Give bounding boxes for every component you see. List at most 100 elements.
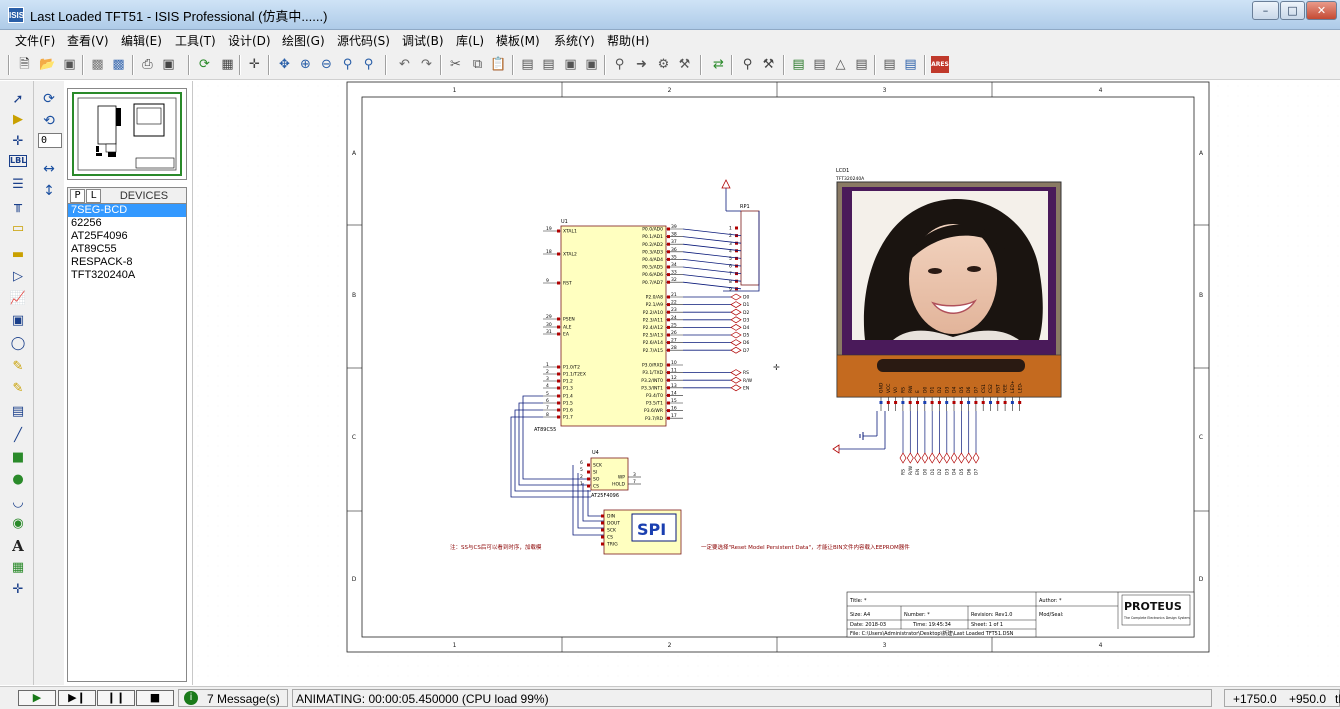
- zoom-in-icon[interactable]: ⊕: [297, 56, 314, 73]
- ares-button[interactable]: ARES: [931, 56, 949, 73]
- mirror-x-icon[interactable]: ↔: [40, 160, 58, 178]
- new-file-icon[interactable]: 🗎: [16, 56, 33, 73]
- menu-source[interactable]: 源代码(S): [337, 32, 390, 49]
- overview-window[interactable]: [67, 88, 187, 180]
- menu-tools[interactable]: 工具(T): [175, 32, 216, 49]
- grid-icon[interactable]: ▦: [219, 56, 236, 73]
- symbol-tool-icon[interactable]: ▦: [9, 559, 27, 577]
- import-icon[interactable]: ▩: [89, 56, 106, 73]
- refresh-icon[interactable]: ⟳: [196, 56, 213, 73]
- schematic-canvas[interactable]: 11223344AABBCCDD U1 AT89C55 XTAL1 19 XTAL2…: [192, 81, 1340, 685]
- box-tool-icon[interactable]: ■: [9, 449, 27, 467]
- terminals-icon[interactable]: ▬: [9, 246, 27, 264]
- block-copy-icon[interactable]: ▤: [519, 56, 536, 73]
- rp1-resistor-pack[interactable]: [740, 210, 760, 286]
- device-item-tft320240a[interactable]: TFT320240A: [68, 269, 186, 282]
- menu-template[interactable]: 模板(M): [496, 32, 540, 49]
- decompose-icon[interactable]: ⚒: [676, 56, 693, 73]
- print-area-icon[interactable]: ▣: [160, 56, 177, 73]
- new-sheet-icon[interactable]: ▤: [790, 56, 807, 73]
- text-script-icon[interactable]: ☰: [9, 176, 27, 194]
- exit-to-parent-icon[interactable]: △: [832, 56, 849, 73]
- device-item-62256[interactable]: 62256: [68, 217, 186, 230]
- voltage-probe-icon[interactable]: ✎: [9, 358, 27, 376]
- remove-sheet-icon[interactable]: ▤: [811, 56, 828, 73]
- search-icon[interactable]: ⚲: [739, 56, 756, 73]
- menu-view[interactable]: 查看(V): [67, 32, 109, 49]
- make-device-icon[interactable]: ➜: [633, 56, 650, 73]
- marker-tool-icon[interactable]: ✛: [9, 581, 27, 599]
- rotate-cw-icon[interactable]: ⟳: [40, 90, 58, 108]
- mirror-y-icon[interactable]: ↕: [40, 182, 58, 200]
- zoom-area-icon[interactable]: ⚲: [360, 56, 377, 73]
- restore-button[interactable]: □: [1280, 1, 1305, 20]
- device-pins-icon[interactable]: ▷: [9, 268, 27, 286]
- schematic-drawing[interactable]: 11223344A AB BC CD D U1 AT89C55 XTAL119XTAL2…: [193, 81, 1340, 685]
- component-mode-icon[interactable]: ▶: [9, 111, 27, 129]
- device-item-respack-8[interactable]: RESPACK-8: [68, 256, 186, 269]
- pick-device-icon[interactable]: ⚲: [611, 56, 628, 73]
- messages-panel[interactable]: i 7 Message(s): [178, 689, 288, 707]
- zoom-all-icon[interactable]: ⚲: [339, 56, 356, 73]
- wire-label-mode[interactable]: LBL: [9, 155, 27, 167]
- wire-autorouter-icon[interactable]: ⇄: [710, 56, 727, 73]
- undo-icon[interactable]: ↶: [396, 56, 413, 73]
- text-tool-icon[interactable]: A: [9, 537, 27, 555]
- rotation-input[interactable]: 0: [38, 133, 62, 148]
- device-item-at89c55[interactable]: AT89C55: [68, 243, 186, 256]
- minimize-button[interactable]: –: [1252, 1, 1279, 20]
- copy-icon[interactable]: ⧉: [469, 56, 486, 73]
- close-button[interactable]: ✕: [1306, 1, 1337, 20]
- bus-mode-icon[interactable]: ╥: [9, 197, 27, 215]
- rotate-ccw-icon[interactable]: ⟲: [40, 112, 58, 130]
- menu-library[interactable]: 库(L): [456, 32, 484, 49]
- menu-graph[interactable]: 绘图(G): [282, 32, 325, 49]
- menu-edit[interactable]: 编辑(E): [121, 32, 162, 49]
- pan-icon[interactable]: ✥: [276, 56, 293, 73]
- pick-devices-button[interactable]: P: [70, 189, 85, 203]
- origin-icon[interactable]: ✛: [246, 56, 263, 73]
- current-probe-icon[interactable]: ✎: [9, 380, 27, 398]
- device-item-at25f4096[interactable]: AT25F4096: [68, 230, 186, 243]
- menu-help[interactable]: 帮助(H): [607, 32, 649, 49]
- menu-system[interactable]: 系统(Y): [554, 32, 595, 49]
- menu-design[interactable]: 设计(D): [228, 32, 271, 49]
- electrical-rule-check-icon[interactable]: ▤: [881, 56, 898, 73]
- arc-tool-icon[interactable]: ◡: [9, 494, 27, 512]
- virtual-instruments-icon[interactable]: ▤: [9, 403, 27, 421]
- netlist-icon[interactable]: ▤: [902, 56, 919, 73]
- cut-icon[interactable]: ✂: [447, 56, 464, 73]
- pin-state-marker: [974, 401, 978, 404]
- menu-file[interactable]: 文件(F): [15, 32, 55, 49]
- graph-mode-icon[interactable]: 📈: [9, 290, 27, 308]
- paste-icon[interactable]: 📋: [490, 56, 507, 73]
- redo-icon[interactable]: ↷: [418, 56, 435, 73]
- circle-tool-icon[interactable]: ●: [9, 471, 27, 489]
- device-list[interactable]: 7SEG-BCD 62256 AT25F4096 AT89C55 RESPACK…: [67, 204, 187, 682]
- export-icon[interactable]: ▩: [110, 56, 127, 73]
- selection-mode-icon[interactable]: ➚: [9, 91, 27, 109]
- open-file-icon[interactable]: 📂: [39, 56, 56, 73]
- package-tool-icon[interactable]: ⚙: [655, 56, 672, 73]
- bill-of-materials-icon[interactable]: ▤: [853, 56, 870, 73]
- junction-dot-icon[interactable]: ✛: [9, 133, 27, 151]
- subcircuit-icon[interactable]: ▭: [9, 220, 27, 238]
- menu-debug[interactable]: 调试(B): [402, 32, 444, 49]
- block-rotate-icon[interactable]: ▣: [562, 56, 579, 73]
- stop-button[interactable]: ■: [136, 690, 174, 706]
- print-icon[interactable]: ⎙: [139, 56, 156, 73]
- pause-button[interactable]: ❙❙: [97, 690, 135, 706]
- block-move-icon[interactable]: ▤: [540, 56, 557, 73]
- block-delete-icon[interactable]: ▣: [583, 56, 600, 73]
- step-button[interactable]: ▶❙: [58, 690, 96, 706]
- save-icon[interactable]: ▣: [61, 56, 78, 73]
- zoom-out-icon[interactable]: ⊖: [318, 56, 335, 73]
- path-tool-icon[interactable]: ◉: [9, 515, 27, 533]
- property-tool-icon[interactable]: ⚒: [760, 56, 777, 73]
- tape-recorder-icon[interactable]: ▣: [9, 312, 27, 330]
- generator-icon[interactable]: ◯: [9, 335, 27, 353]
- line-tool-icon[interactable]: ╱: [9, 427, 27, 445]
- device-item-7seg-bcd[interactable]: 7SEG-BCD: [68, 204, 186, 217]
- library-manager-button[interactable]: L: [86, 189, 101, 203]
- play-button[interactable]: ▶: [18, 690, 56, 706]
